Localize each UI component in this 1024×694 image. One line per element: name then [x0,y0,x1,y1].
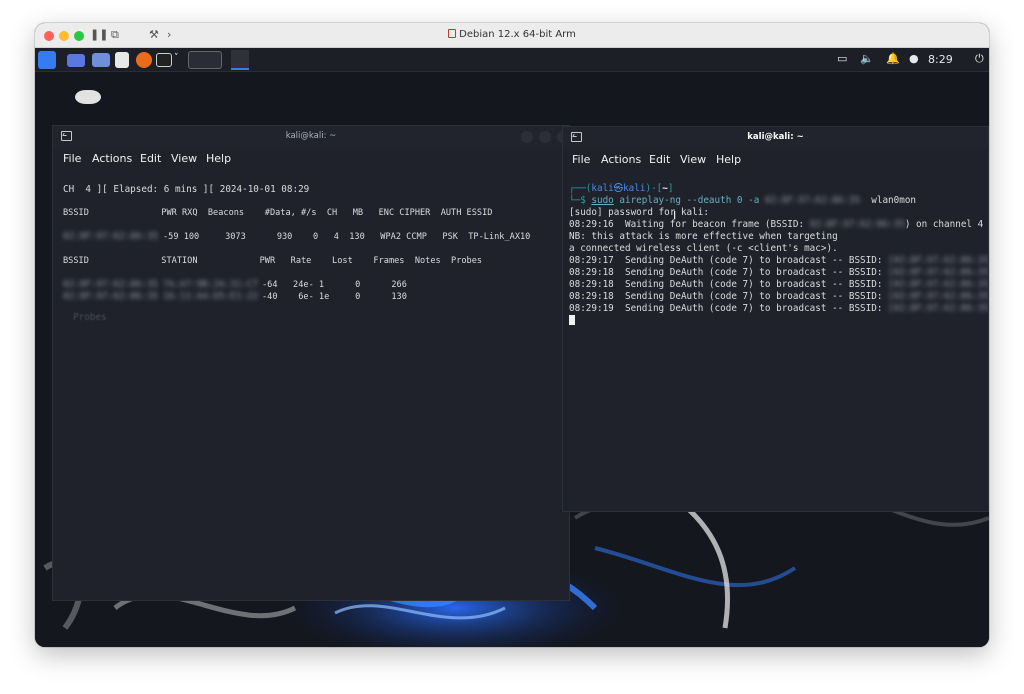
prompt-close: ] [667,183,674,194]
ap-bssid-redacted: 02:8F:97:62:86:35 [63,231,159,242]
power-icon[interactable]: ⏻ [975,52,984,66]
deauth-line: 08:29:18 Sending DeAuth (code 7) to broa… [569,291,989,303]
file-manager-icon[interactable] [92,53,110,67]
station1-row: -64 24e- 1 0 266 [262,280,407,290]
chevron-down-icon[interactable]: ˅ [174,53,179,63]
cmd-args: aireplay-ng --deauth 0 -a [613,195,765,206]
deauth-text: 08:29:18 Sending DeAuth (code 7) to broa… [569,267,889,278]
status-line: CH 4 ][ Elapsed: 6 mins ][ 2024-10-01 08… [63,184,310,195]
terminal-airodump[interactable]: kali@kali: ~ File Actions Edit View Help… [52,125,570,601]
deauth-bssid-redacted: [02:8F:97:62:86:35] [888,255,989,266]
deauth-line: 08:29:17 Sending DeAuth (code 7) to broa… [569,255,989,267]
deauth-text: 08:29:19 Sending DeAuth (code 7) to broa… [569,303,889,314]
waiting-text: 08:29:16 Waiting for beacon frame (BSSID… [569,219,810,230]
deauth-bssid-redacted: [02:8F:97:62:86:35] [888,291,989,302]
deauth-line: 08:29:18 Sending DeAuth (code 7) to broa… [569,279,989,291]
deauth-line: 08:29:19 Sending DeAuth (code 7) to broa… [569,303,989,315]
notification-bell-icon[interactable]: 🔔 [886,52,900,65]
kali-desktop: ˅ ▭ 🔈 🔔 ● 8:29 ⏻ kali@kali: ~ File Actio… [35,48,989,647]
station2-mac-redacted: 16:11:A4:D5:E1:22 [163,291,259,302]
power-status-icon[interactable]: ● [909,52,919,65]
terminal-aireplay[interactable]: kali@kali: ~ File Actions Edit View Help… [562,126,989,512]
prompt-open: ┌──( [569,183,592,194]
deauth-bssid-redacted: [02:8F:97:62:86:35] [888,279,989,290]
terminal-title: kali@kali: ~ [747,132,804,142]
station2-row: -40 6e- 1e 0 130 [262,292,407,302]
kali-top-panel: ˅ ▭ 🔈 🔔 ● 8:29 ⏻ [35,48,989,72]
menu-file[interactable]: File [63,152,81,165]
maximize-button[interactable] [539,131,551,143]
deauth-bssid-redacted: [02:8F:97:62:86:35] [888,267,989,278]
menu-edit[interactable]: Edit [140,152,161,165]
mouse-ibeam-icon: I [673,209,677,222]
menu-file[interactable]: File [572,153,590,166]
station2-bssid-redacted: 02:8F:97:62:86:35 [63,291,159,302]
nb-line-1: NB: this attack is more effective when t… [569,231,838,242]
terminal-cursor-line[interactable] [569,315,575,328]
kali-menu-icon[interactable] [38,51,56,69]
cmd-sudo: sudo [591,195,614,206]
show-desktop-icon[interactable] [67,54,85,67]
workspace-switcher[interactable] [188,51,222,69]
volume-icon[interactable]: 🔈 [860,52,874,65]
menu-actions[interactable]: Actions [92,152,132,165]
prompt-mid: )-[ [645,183,663,194]
cmd-interface: wlan0mon [860,195,917,206]
text-editor-icon[interactable] [115,52,129,68]
sudo-password-line: [sudo] password for kali: [569,207,709,218]
station1-mac-redacted: 7A:A7:9B:2A:31:C7 [163,279,259,290]
menu-edit[interactable]: Edit [649,153,670,166]
station-table-header: BSSID STATION PWR Rate Lost Frames Notes… [63,256,483,266]
minimize-button[interactable] [521,131,533,143]
menu-help[interactable]: Help [716,153,741,166]
panel-clock[interactable]: 8:29 [928,53,953,66]
menu-view[interactable]: View [171,152,197,165]
ap-table-header: BSSID PWR RXQ Beacons #Data, #/s CH MB E… [63,208,493,218]
deauth-text: 08:29:17 Sending DeAuth (code 7) to broa… [569,255,889,266]
menu-help[interactable]: Help [206,152,231,165]
vm-disk-icon [448,29,457,38]
cmd-bssid-redacted: 02:8F:97:62:86:35 [764,195,861,206]
display-icon[interactable]: ▭ [837,52,847,65]
ap-row: -59 100 3073 930 0 4 130 WPA2 CCMP PSK T… [163,232,531,242]
menu-view[interactable]: View [680,153,706,166]
prompt-symbol: └─$ [569,195,592,206]
vm-window: ❚❚ ⧉ ⚒ › Debian 12.x 64-bit Arm ˅ ▭ 🔈 🔔 … [35,23,989,647]
terminal-launcher-icon[interactable] [156,53,172,67]
terminal-titlebar[interactable]: kali@kali: ~ [53,126,569,148]
terminal-menubar: File Actions Edit View Help [53,148,569,170]
taskbar-terminal-group[interactable] [231,50,249,70]
prompt-user: kali㉿kali [591,183,646,194]
firefox-icon[interactable] [136,52,152,68]
deauth-text: 08:29:18 Sending DeAuth (code 7) to broa… [569,279,889,290]
nb-line-2: a connected wireless client (-c <client'… [569,243,838,254]
waiting-beacon-line: 08:29:16 Waiting for beacon frame (BSSID… [569,219,983,231]
mac-titlebar: ❚❚ ⧉ ⚒ › Debian 12.x 64-bit Arm [35,23,989,48]
deauth-bssid-redacted: [02:8F:97:62:86:35] [888,303,989,314]
text-cursor [569,315,575,325]
waiting-channel: ) on channel 4 [904,219,984,230]
prompt-line-2: └─$ sudo aireplay-ng --deauth 0 -a 02:8F… [569,195,916,207]
prompt-line-1: ┌──(kali㉿kali)-[~] [569,183,673,195]
station1-bssid-redacted: 02:8F:97:62:86:35 [63,279,159,290]
menu-actions[interactable]: Actions [601,153,641,166]
faint-probe-text: Probes [73,312,107,323]
vm-title: Debian 12.x 64-bit Arm [35,29,989,40]
terminal-title: kali@kali: ~ [285,131,337,141]
terminal-menubar: File Actions Edit View Help [563,149,988,171]
terminal-titlebar[interactable]: kali@kali: ~ [563,127,988,149]
deauth-text: 08:29:18 Sending DeAuth (code 7) to broa… [569,291,889,302]
trash-desktop-icon[interactable] [75,90,101,104]
waiting-bssid-redacted: 02:8F:97:62:86:35 [809,219,905,230]
deauth-line: 08:29:18 Sending DeAuth (code 7) to broa… [569,267,989,279]
vm-title-text: Debian 12.x 64-bit Arm [459,29,576,40]
